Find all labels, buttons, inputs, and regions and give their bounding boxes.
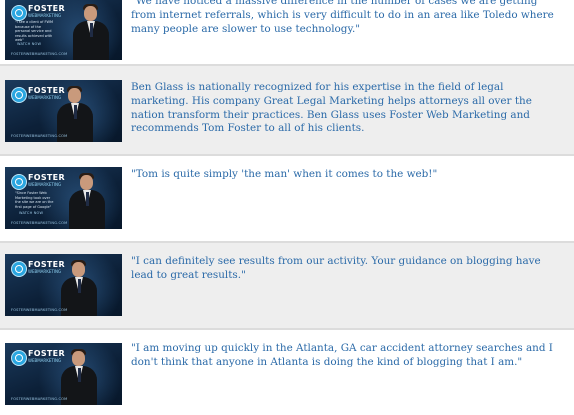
testimonial-text: "I am moving up quickly in the Atlanta, … [131,342,553,368]
testimonial-row: FOSTER WEBMARKETING FOSTERWEBMARKETING.C… [0,66,574,154]
video-thumbnail[interactable]: FOSTER WEBMARKETING FOSTERWEBMARKETING.C… [5,254,122,316]
thumbnail-cta: WATCH NOW [19,211,44,215]
testimonial-text: "We have noticed a massive difference in… [131,0,554,35]
thumbnail-caption: "I see a client of FWM because of the pe… [15,20,53,42]
thumbnail-logo-sub: WEBMARKETING [28,182,62,187]
thumbnail-footer: FOSTERWEBMARKETING.COM [11,134,68,138]
thumbnail-logo-text: FOSTER [28,173,65,182]
video-thumbnail[interactable]: FOSTER WEBMARKETING "I see a client of F… [5,0,122,60]
testimonial-row: FOSTER WEBMARKETING "I see a client of F… [0,0,574,64]
thumbnail-logo-text: FOSTER [28,4,65,13]
foster-logo-icon [11,5,27,21]
foster-logo-icon [11,350,27,366]
video-thumbnail[interactable]: FOSTER WEBMARKETING FOSTERWEBMARKETING.C… [5,343,122,405]
thumbnail-footer: FOSTERWEBMARKETING.COM [11,221,68,225]
thumbnail-caption: "Since Foster Web Marketing took over th… [15,191,54,209]
testimonial-text: Ben Glass is nationally recognized for h… [131,81,532,135]
testimonial-text: "I can definitely see results from our a… [131,255,541,281]
thumbnail-cta: WATCH NOW [17,42,42,46]
video-thumbnail[interactable]: FOSTER WEBMARKETING "Since Foster Web Ma… [5,167,122,229]
thumbnail-logo-sub: WEBMARKETING [28,13,62,18]
foster-logo-icon [11,174,27,190]
foster-logo-icon [11,87,27,103]
foster-logo-icon [11,261,27,277]
testimonial-row: FOSTER WEBMARKETING FOSTERWEBMARKETING.C… [0,243,574,328]
thumbnail-logo-sub: WEBMARKETING [28,358,62,363]
testimonial-row: FOSTER WEBMARKETING "Since Foster Web Ma… [0,156,574,241]
speaker-figure [71,4,111,60]
thumbnail-footer: FOSTERWEBMARKETING.COM [11,52,68,56]
speaker-figure [67,173,107,229]
video-thumbnail[interactable]: FOSTER WEBMARKETING FOSTERWEBMARKETING.C… [5,80,122,142]
thumbnail-footer: FOSTERWEBMARKETING.COM [11,397,68,401]
testimonial-text: "Tom is quite simply 'the man' when it c… [131,168,438,180]
testimonial-row: FOSTER WEBMARKETING FOSTERWEBMARKETING.C… [0,330,574,415]
thumbnail-logo-sub: WEBMARKETING [28,269,62,274]
thumbnail-footer: FOSTERWEBMARKETING.COM [11,308,68,312]
